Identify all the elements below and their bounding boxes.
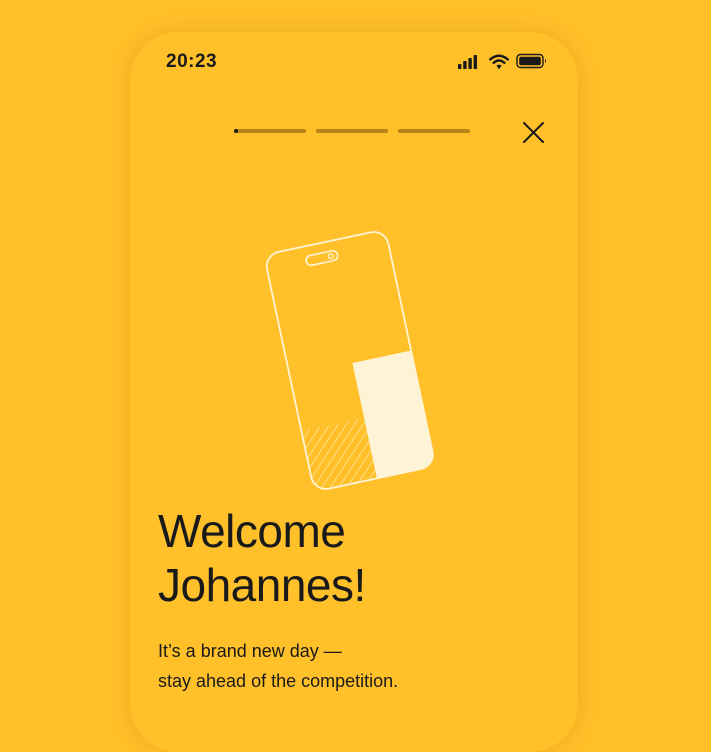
welcome-subtitle-line: It’s a brand new day — bbox=[158, 641, 342, 661]
welcome-subtitle-line: stay ahead of the competition. bbox=[158, 671, 399, 691]
wifi-icon bbox=[489, 54, 509, 70]
welcome-title-line: Johannes! bbox=[158, 559, 366, 611]
close-button[interactable] bbox=[516, 116, 550, 150]
welcome-title-line: Welcome bbox=[158, 505, 346, 557]
phone-screen: 20:23 Welcome Johannes! It’s a brand new… bbox=[130, 32, 578, 752]
progress-segment bbox=[316, 129, 388, 133]
battery-icon bbox=[516, 53, 546, 69]
progress-segment bbox=[398, 129, 470, 133]
welcome-subtitle: It’s a brand new day — stay ahead of the… bbox=[158, 636, 398, 696]
welcome-title: Welcome Johannes! bbox=[158, 504, 366, 612]
phone-illustration-icon bbox=[265, 231, 436, 492]
onboarding-progress bbox=[234, 128, 472, 134]
progress-segment-fill bbox=[234, 129, 238, 133]
status-icons bbox=[458, 52, 548, 72]
cellular-signal-icon bbox=[458, 55, 477, 69]
progress-segment bbox=[234, 129, 306, 133]
status-time: 20:23 bbox=[166, 51, 218, 72]
close-icon bbox=[523, 122, 544, 143]
